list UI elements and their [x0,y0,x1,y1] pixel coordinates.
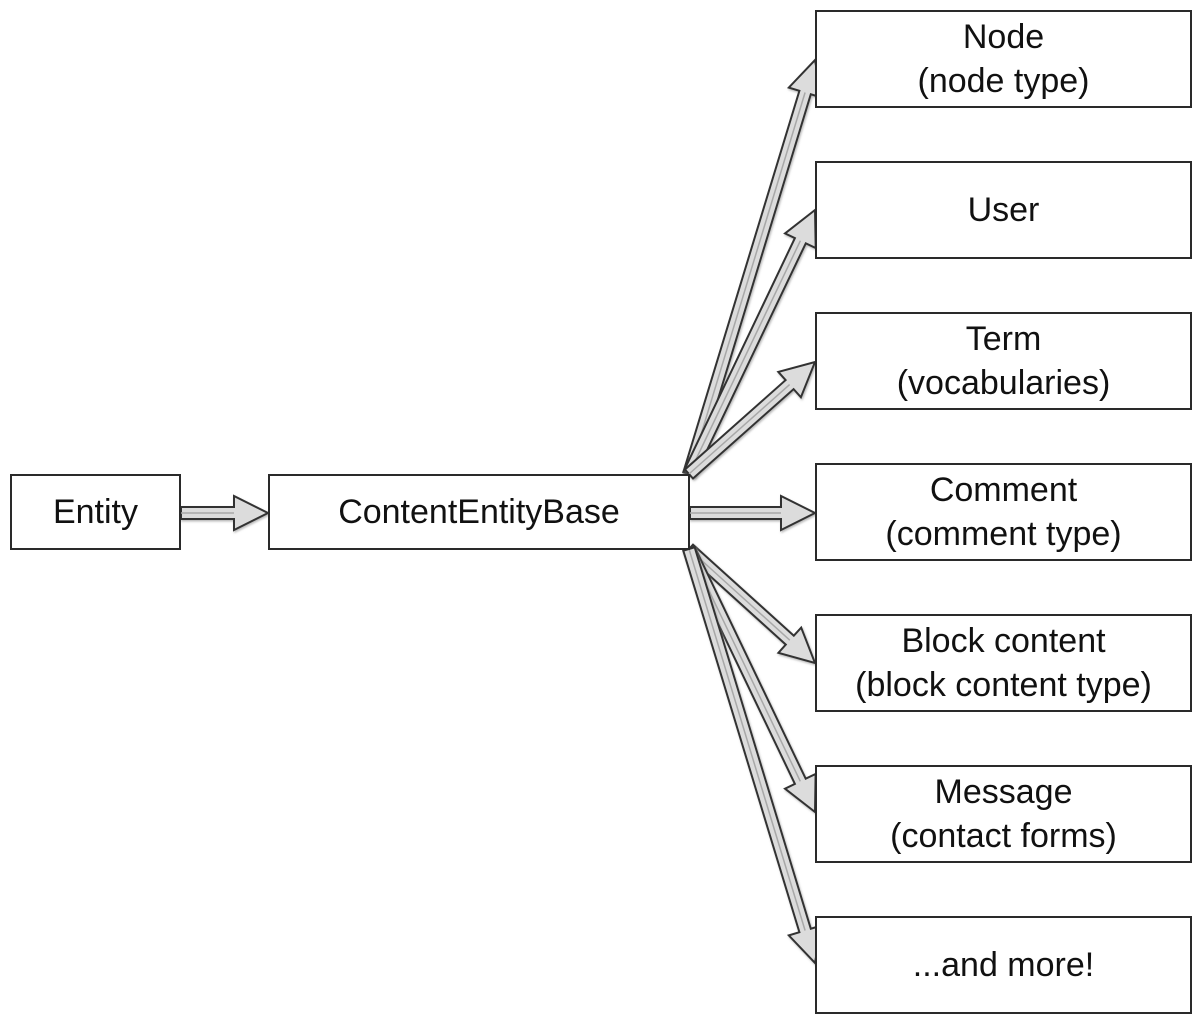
comment-box: Comment (comment type) [815,463,1192,561]
entity-label: Entity [52,493,139,531]
node-box: Node (node type) [815,10,1192,108]
message-box: Message (contact forms) [815,765,1192,863]
comment-sublabel: (comment type) [885,515,1122,553]
comment-label: Comment [929,471,1078,509]
and-more-label: ...and more! [912,946,1095,984]
user-box: User [815,161,1192,259]
block-content-sublabel: (block content type) [855,666,1152,704]
term-sublabel: (vocabularies) [896,364,1111,402]
message-sublabel: (contact forms) [890,817,1117,855]
block-content-box: Block content (block content type) [815,614,1192,712]
and-more-box: ...and more! [815,916,1192,1014]
term-label: Term [965,320,1042,358]
message-label: Message [934,773,1073,811]
content-entity-base-label: ContentEntityBase [338,493,620,531]
entity-box: Entity [10,474,181,550]
node-sublabel: (node type) [917,62,1090,100]
term-box: Term (vocabularies) [815,312,1192,410]
diagram-canvas: Entity ContentEntityBase Node (node type… [0,0,1200,1024]
content-entity-base-box: ContentEntityBase [268,474,690,550]
block-content-label: Block content [901,622,1106,660]
user-label: User [967,191,1040,229]
node-label: Node [962,18,1045,56]
